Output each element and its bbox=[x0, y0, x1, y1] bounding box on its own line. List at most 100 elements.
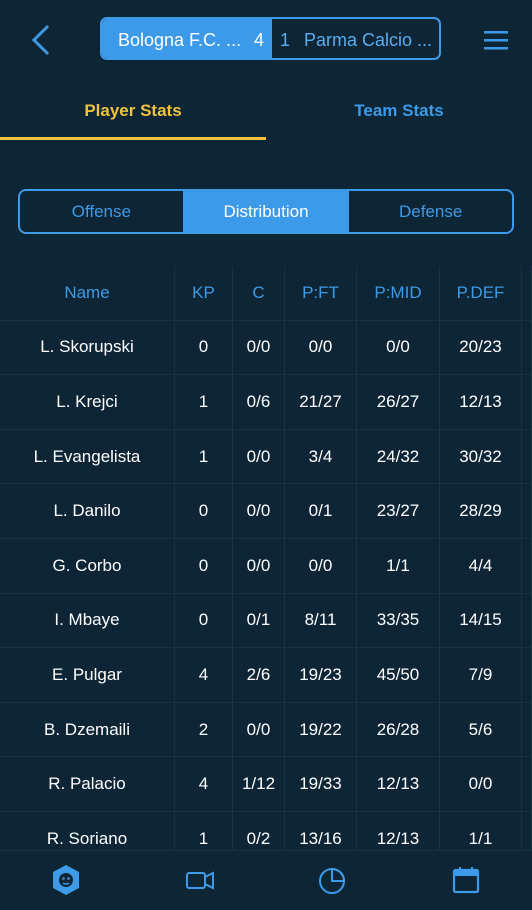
segment-distribution[interactable]: Distribution bbox=[182, 191, 348, 232]
header-p-def[interactable]: P.DEF bbox=[440, 266, 522, 320]
row-overflow bbox=[522, 484, 532, 538]
stats-tabs: Player Stats Team Stats bbox=[0, 84, 532, 140]
stat-p-def: 12/13 bbox=[440, 375, 522, 429]
stat-p-mid: 26/27 bbox=[357, 375, 440, 429]
back-arrow-icon[interactable] bbox=[28, 22, 56, 58]
header-overflow bbox=[522, 266, 532, 320]
row-overflow bbox=[522, 593, 532, 648]
home-team-block[interactable]: Bologna F.C. ... 4 bbox=[102, 19, 272, 58]
row-overflow bbox=[522, 757, 532, 811]
stat-p-def: 14/15 bbox=[440, 593, 522, 648]
calendar-icon[interactable] bbox=[449, 863, 483, 897]
row-overflow bbox=[522, 538, 532, 593]
table-row[interactable]: B. Dzemaili 2 0/0 19/22 26/28 5/6 bbox=[0, 702, 532, 758]
stat-p-ft: 19/22 bbox=[285, 702, 357, 757]
lion-badge-icon[interactable] bbox=[49, 863, 83, 897]
row-overflow bbox=[522, 648, 532, 702]
away-team-block[interactable]: 1 Parma Calcio ... bbox=[272, 19, 439, 58]
stat-p-def: 5/6 bbox=[440, 702, 522, 757]
hamburger-menu-icon[interactable] bbox=[482, 28, 510, 52]
table-row[interactable]: L. Evangelista 1 0/0 3/4 24/32 30/32 bbox=[0, 429, 532, 485]
video-camera-icon[interactable] bbox=[183, 863, 217, 897]
home-team-score: 4 bbox=[254, 30, 265, 50]
stat-kp: 0 bbox=[175, 538, 233, 593]
stat-p-ft: 0/0 bbox=[285, 538, 357, 593]
away-team-score: 1 bbox=[280, 30, 291, 50]
stat-p-def: 30/32 bbox=[440, 429, 522, 484]
stat-p-mid: 23/27 bbox=[357, 484, 440, 538]
player-name: E. Pulgar bbox=[0, 648, 175, 702]
stat-p-ft: 3/4 bbox=[285, 429, 357, 484]
stat-p-def: 7/9 bbox=[440, 648, 522, 702]
stat-p-mid: 1/1 bbox=[357, 538, 440, 593]
player-distribution-table: Name KP C P:FT P:MID P.DEF L. Skorupski … bbox=[0, 266, 532, 867]
away-team-name: Parma Calcio ... bbox=[304, 30, 433, 50]
stat-p-ft: 19/33 bbox=[285, 757, 357, 811]
stat-kp: 1 bbox=[175, 429, 233, 484]
match-score-bar[interactable]: Bologna F.C. ... 4 1 Parma Calcio ... bbox=[100, 17, 441, 60]
player-name: L. Skorupski bbox=[0, 320, 175, 375]
tab-player-stats[interactable]: Player Stats bbox=[0, 84, 266, 140]
stat-kp: 0 bbox=[175, 593, 233, 648]
stat-p-ft: 8/11 bbox=[285, 593, 357, 648]
stat-p-def: 20/23 bbox=[440, 320, 522, 375]
stat-kp: 1 bbox=[175, 375, 233, 429]
table-header-row: Name KP C P:FT P:MID P.DEF bbox=[0, 266, 532, 321]
player-name: L. Krejci bbox=[0, 375, 175, 429]
stat-c: 1/12 bbox=[233, 757, 285, 811]
segment-defense[interactable]: Defense bbox=[347, 191, 512, 232]
home-team-name: Bologna F.C. ... bbox=[118, 30, 242, 50]
stat-p-mid: 33/35 bbox=[357, 593, 440, 648]
pie-chart-icon[interactable] bbox=[315, 863, 349, 897]
stat-p-def: 4/4 bbox=[440, 538, 522, 593]
stat-c: 0/0 bbox=[233, 538, 285, 593]
table-row[interactable]: G. Corbo 0 0/0 0/0 1/1 4/4 bbox=[0, 538, 532, 594]
stat-p-mid: 26/28 bbox=[357, 702, 440, 757]
stat-c: 0/1 bbox=[233, 593, 285, 648]
stat-c: 2/6 bbox=[233, 648, 285, 702]
row-overflow bbox=[522, 320, 532, 375]
table-row[interactable]: E. Pulgar 4 2/6 19/23 45/50 7/9 bbox=[0, 648, 532, 703]
player-name: R. Palacio bbox=[0, 757, 175, 811]
tab-team-stats[interactable]: Team Stats bbox=[266, 84, 532, 140]
segment-offense[interactable]: Offense bbox=[20, 191, 183, 232]
stat-kp: 0 bbox=[175, 320, 233, 375]
stat-p-def: 28/29 bbox=[440, 484, 522, 538]
stat-kp: 2 bbox=[175, 702, 233, 757]
player-name: L. Danilo bbox=[0, 484, 175, 538]
player-name: G. Corbo bbox=[0, 538, 175, 593]
row-overflow bbox=[522, 702, 532, 757]
stat-kp: 4 bbox=[175, 648, 233, 702]
stat-p-ft: 0/1 bbox=[285, 484, 357, 538]
bottom-navigation bbox=[0, 850, 532, 910]
header-c[interactable]: C bbox=[233, 266, 285, 320]
stat-kp: 4 bbox=[175, 757, 233, 811]
stat-p-mid: 12/13 bbox=[357, 757, 440, 811]
stat-c: 0/6 bbox=[233, 375, 285, 429]
table-row[interactable]: I. Mbaye 0 0/1 8/11 33/35 14/15 bbox=[0, 593, 532, 649]
header-name[interactable]: Name bbox=[0, 266, 175, 320]
stat-c: 0/0 bbox=[233, 429, 285, 484]
stat-c: 0/0 bbox=[233, 702, 285, 757]
stat-p-ft: 0/0 bbox=[285, 320, 357, 375]
player-name: B. Dzemaili bbox=[0, 702, 175, 757]
table-row[interactable]: L. Danilo 0 0/0 0/1 23/27 28/29 bbox=[0, 484, 532, 539]
player-name: I. Mbaye bbox=[0, 593, 175, 648]
table-row[interactable]: L. Krejci 1 0/6 21/27 26/27 12/13 bbox=[0, 375, 532, 430]
stat-p-mid: 24/32 bbox=[357, 429, 440, 484]
stat-p-mid: 0/0 bbox=[357, 320, 440, 375]
table-row[interactable]: R. Palacio 4 1/12 19/33 12/13 0/0 bbox=[0, 757, 532, 812]
stat-p-ft: 21/27 bbox=[285, 375, 357, 429]
stat-p-mid: 45/50 bbox=[357, 648, 440, 702]
stats-category-segmented-control: Offense Distribution Defense bbox=[18, 189, 514, 234]
stat-p-ft: 19/23 bbox=[285, 648, 357, 702]
header-p-ft[interactable]: P:FT bbox=[285, 266, 357, 320]
header-kp[interactable]: KP bbox=[175, 266, 233, 320]
row-overflow bbox=[522, 429, 532, 484]
table-row[interactable]: L. Skorupski 0 0/0 0/0 0/0 20/23 bbox=[0, 320, 532, 376]
player-name: L. Evangelista bbox=[0, 429, 175, 484]
header-p-mid[interactable]: P:MID bbox=[357, 266, 440, 320]
stat-p-def: 0/0 bbox=[440, 757, 522, 811]
stat-c: 0/0 bbox=[233, 320, 285, 375]
stat-kp: 0 bbox=[175, 484, 233, 538]
